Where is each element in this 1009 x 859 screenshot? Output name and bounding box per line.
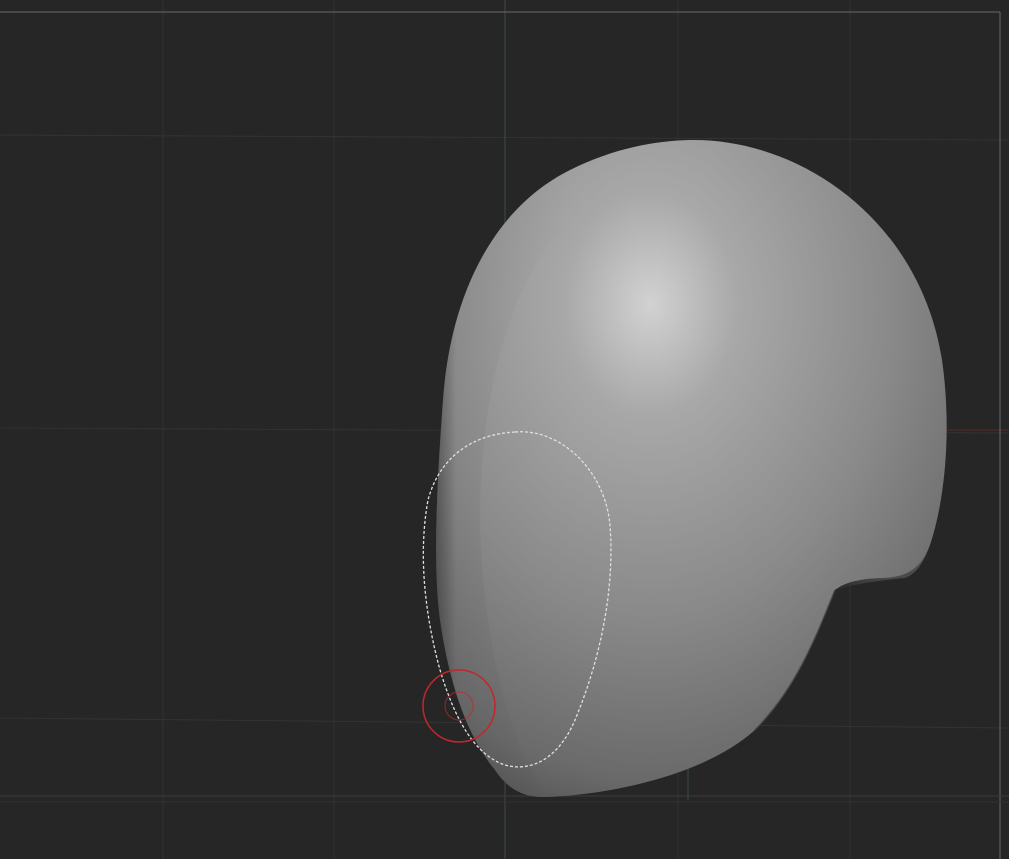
viewport-canvas[interactable] bbox=[0, 0, 1009, 859]
3d-viewport[interactable] bbox=[0, 0, 1009, 859]
head-model[interactable] bbox=[436, 139, 947, 798]
